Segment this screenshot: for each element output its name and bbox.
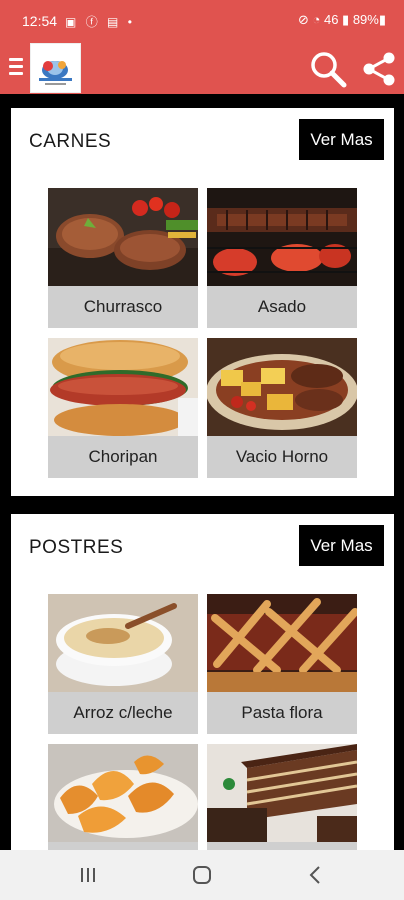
share-icon[interactable] xyxy=(361,51,397,87)
recipe-label xyxy=(48,842,198,850)
main-content[interactable]: CARNES Ver Mas Churrasco Asado Choripan … xyxy=(0,94,404,850)
hamburger-menu-icon[interactable] xyxy=(6,55,26,79)
recipe-label: Vacio Horno xyxy=(207,436,357,478)
recent-apps-icon[interactable] xyxy=(80,865,96,885)
recipe-image xyxy=(207,744,357,842)
status-right-info: ⊘ ◔ 46 ▮ 89%▮ xyxy=(298,12,386,27)
recipe-card-arroz-con-leche[interactable]: Arroz c/leche xyxy=(48,594,198,734)
recipe-image xyxy=(207,338,357,436)
status-time: 12:54 xyxy=(22,13,58,29)
recipe-card-choripan[interactable]: Choripan xyxy=(48,338,198,478)
recipe-card-pasta-flora[interactable]: Pasta flora xyxy=(207,594,357,734)
search-icon[interactable] xyxy=(309,50,347,88)
recipe-card-asado[interactable]: Asado xyxy=(207,188,357,328)
recipe-card-pastries[interactable] xyxy=(48,744,198,850)
section-title: CARNES xyxy=(29,131,112,152)
recipe-label: Pasta flora xyxy=(207,692,357,734)
system-nav-bar xyxy=(0,850,404,900)
recipe-label xyxy=(207,842,357,850)
recipe-image xyxy=(48,188,198,286)
recipe-label: Arroz c/leche xyxy=(48,692,198,734)
ver-mas-button[interactable]: Ver Mas xyxy=(299,119,384,160)
home-icon[interactable] xyxy=(192,865,212,885)
recipe-image xyxy=(48,744,198,842)
recipe-card-churrasco[interactable]: Churrasco xyxy=(48,188,198,328)
recipe-image xyxy=(207,594,357,692)
app-bar xyxy=(0,42,404,94)
section-title: POSTRES xyxy=(29,537,124,558)
recipe-label: Choripan xyxy=(48,436,198,478)
section-carnes: CARNES Ver Mas Churrasco Asado Choripan … xyxy=(11,108,394,496)
recipe-card-vacio-horno[interactable]: Vacio Horno xyxy=(207,338,357,478)
back-icon[interactable] xyxy=(307,865,323,885)
recipe-image xyxy=(48,338,198,436)
notification-icons: ▣ ⓕ ▤ • xyxy=(65,14,135,29)
status-bar: 12:54 ▣ ⓕ ▤ • ⊘ ◔ 46 ▮ 89%▮ xyxy=(0,0,404,42)
recipe-image xyxy=(48,594,198,692)
recipe-card-chocolate-cake[interactable] xyxy=(207,744,357,850)
app-logo xyxy=(30,43,81,93)
recipe-image xyxy=(207,188,357,286)
recipe-label: Churrasco xyxy=(48,286,198,328)
section-postres: POSTRES Ver Mas Arroz c/leche Pasta flor… xyxy=(11,514,394,850)
recipe-label: Asado xyxy=(207,286,357,328)
ver-mas-button[interactable]: Ver Mas xyxy=(299,525,384,566)
